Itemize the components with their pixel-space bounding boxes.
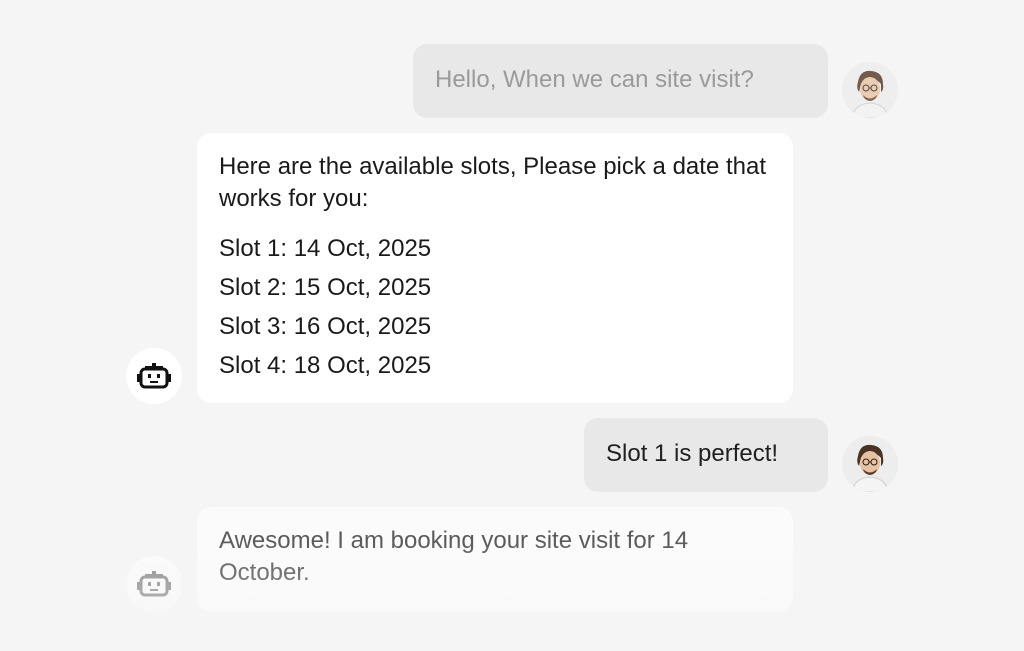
user-photo-avatar bbox=[842, 62, 898, 118]
message-text: Here are the available slots, Please pic… bbox=[219, 153, 766, 212]
bot-avatar bbox=[126, 348, 182, 404]
robot-icon bbox=[137, 363, 171, 389]
slot-item[interactable]: Slot 1: 14 Oct, 2025 bbox=[219, 229, 771, 268]
robot-icon bbox=[137, 571, 171, 597]
user-photo-avatar bbox=[842, 436, 898, 492]
user-message-bubble: Hello, When we can site visit? bbox=[413, 44, 828, 118]
user-avatar bbox=[842, 62, 898, 118]
message-text: Slot 1 is perfect! bbox=[606, 440, 779, 467]
user-avatar bbox=[842, 436, 898, 492]
user-message-bubble: Slot 1 is perfect! bbox=[584, 418, 828, 492]
bot-avatar bbox=[126, 556, 182, 612]
bot-message-bubble: Awesome! I am booking your site visit fo… bbox=[197, 507, 793, 612]
slot-list: Slot 1: 14 Oct, 2025 Slot 2: 15 Oct, 202… bbox=[219, 229, 771, 385]
slot-item[interactable]: Slot 4: 18 Oct, 2025 bbox=[219, 346, 771, 385]
slot-item[interactable]: Slot 2: 15 Oct, 2025 bbox=[219, 268, 771, 307]
message-text: Awesome! I am booking your site visit fo… bbox=[219, 527, 689, 586]
bot-message-bubble: Here are the available slots, Please pic… bbox=[197, 133, 793, 403]
chat-thread: Hello, When we can site visit? Here are … bbox=[0, 0, 1024, 651]
slot-item[interactable]: Slot 3: 16 Oct, 2025 bbox=[219, 307, 771, 346]
message-text: Hello, When we can site visit? bbox=[435, 66, 754, 93]
